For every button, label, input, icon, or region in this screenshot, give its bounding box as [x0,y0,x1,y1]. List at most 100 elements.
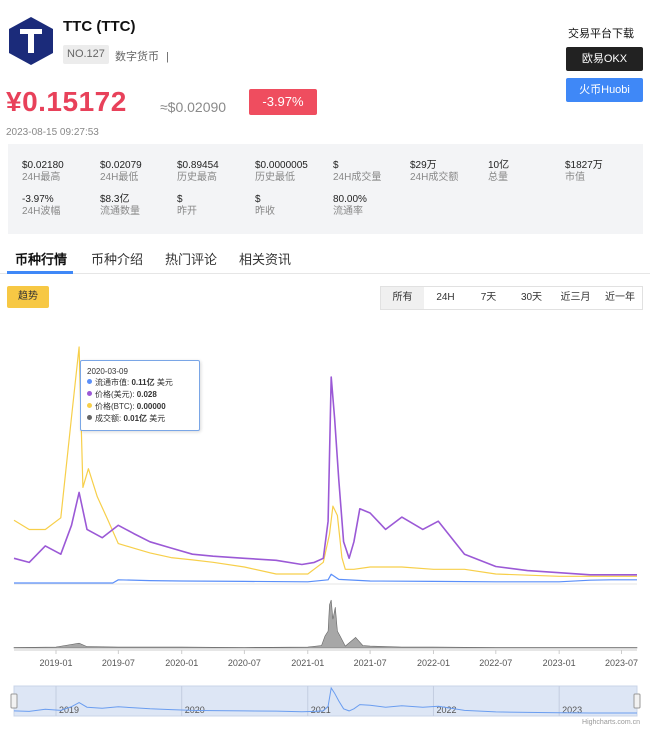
navigator-left-handle[interactable] [10,693,18,709]
tooltip-row: 价格(美元): 0.028 [87,389,193,401]
content-tabs: 币种行情 币种介绍 热门评论 相关资讯 [0,240,650,274]
tooltip-row-name: 价格(美元) [95,390,133,399]
legend-dot-icon [87,391,92,396]
stat-value: 10亿 [488,160,510,171]
tooltip-row-unit: 美元 [156,378,173,387]
x-tick-label: 2019-07 [102,658,135,668]
stat-item: $ 昨开 [177,194,255,218]
coin-logo [9,17,53,65]
range-7d-button[interactable]: 7天 [467,287,510,309]
price-change-badge: -3.97% [249,89,317,115]
rank-badge: NO.127 [63,45,109,64]
huobi-download-button[interactable]: 火币Huobi [566,78,643,102]
series-area-volume [13,599,638,649]
legend-dot-icon [87,415,92,420]
legend-dot-icon [87,379,92,384]
range-3m-button[interactable]: 近三月 [553,287,598,309]
tooltip-row-name: 价格(BTC) [95,402,133,411]
tab-news[interactable]: 相关资讯 [239,249,291,268]
x-tick-label: 2022-07 [479,658,512,668]
navigator-tick-label: 2023 [562,705,582,715]
active-tab-indicator [7,271,73,274]
chart-tooltip: 2020-03-09 流通市值: 0.11亿 美元 价格(美元): 0.028 … [80,360,200,431]
tooltip-date: 2020-03-09 [87,367,128,376]
tab-intro[interactable]: 币种介绍 [91,249,143,268]
tooltip-row: 流通市值: 0.11亿 美元 [87,377,193,389]
category-text: 数字货币 [115,51,159,63]
navigator-right-handle[interactable] [633,693,641,709]
tooltip-row-value: 0.01亿 [123,414,148,423]
x-tick-label: 2023-01 [543,658,576,668]
tooltip-row-value: 0.11亿 [131,378,155,387]
stat-label: 昨开 [177,206,197,217]
stat-item: $ 昨收 [255,194,333,218]
category-separator: | [166,51,169,63]
stat-value: -3.97% [22,194,54,205]
stats-panel: $0.02180 24H最高 $0.02079 24H最低 $0.89454 历史最高 $0… [8,144,643,234]
price-timestamp: 2023-08-15 09:27:53 [6,127,99,138]
stat-value: $ [333,160,339,171]
stat-item: 10亿 总量 [488,160,566,184]
stat-item: $24H成交量 [333,160,411,184]
stat-item: $0.02079 24H最低 [100,160,178,184]
stat-value: $ [177,194,183,205]
tooltip-row-name: 流通市值 [95,378,127,387]
stat-label: 历史最低 [255,172,295,183]
tooltip-row: 价格(BTC): 0.00000 [87,401,193,413]
download-title: 交易平台下载 [568,28,634,40]
stat-item: -3.97% 24H波幅 [22,194,100,218]
price-cny: ¥0.15172 [6,86,127,117]
stat-item: $0.89454 历史最高 [177,160,255,184]
x-tick-label: 2021-07 [354,658,387,668]
stat-label: 24H成交额 [410,172,459,183]
x-tick-label: 2021-01 [291,658,324,668]
legend-dot-icon [87,403,92,408]
range-selector: 所有 24H 7天 30天 近三月 近一年 [380,286,643,310]
stat-value: $0.89454 [177,160,219,171]
stat-label: 24H波幅 [22,206,61,217]
tooltip-row-value: 0.028 [136,390,157,399]
stat-item: $29万 24H成交额 [410,160,488,184]
range-1y-button[interactable]: 近一年 [598,287,642,309]
tooltip-row-value: 0.00000 [136,402,166,411]
tab-comments[interactable]: 热门评论 [165,249,217,268]
stat-label: 24H成交量 [333,172,382,183]
stat-item: $0.0000005 历史最低 [255,160,333,184]
range-all-button[interactable]: 所有 [381,287,424,309]
range-30d-button[interactable]: 30天 [510,287,553,309]
stat-label: 历史最高 [177,172,217,183]
stat-value: $29万 [410,160,437,171]
price-usd: ≈$0.02090 [160,99,227,115]
stat-value: $0.0000005 [255,160,308,171]
stat-label: 24H最高 [22,172,61,183]
stat-label: 流通率 [333,206,363,217]
okx-download-button[interactable]: 欧易OKX [566,47,643,71]
x-tick-label: 2022-01 [417,658,450,668]
tab-market[interactable]: 币种行情 [15,249,67,268]
stat-label: 流通数量 [100,206,140,217]
tooltip-row-name: 成交额 [95,414,119,423]
stat-value: 80.00% [333,194,367,205]
x-tick-label: 2020-01 [165,658,198,668]
stat-item: $1827万 市值 [565,160,643,184]
tooltip-row: 成交额: 0.01亿 美元 [87,413,193,425]
stat-value: $0.02180 [22,160,64,171]
trend-button[interactable]: 趋势 [7,286,49,308]
x-tick-label: 2023-07 [605,658,638,668]
stat-value: $8.3亿 [100,194,130,205]
category-label: 数字货币 | [115,48,169,64]
stat-label: 昨收 [255,206,275,217]
stat-item: $0.02180 24H最高 [22,160,100,184]
stat-value: $ [255,194,261,205]
tooltip-row-unit: 美元 [149,414,166,423]
x-tick-label: 2019-01 [39,658,72,668]
stat-value: $1827万 [565,160,603,171]
stat-value: $0.02079 [100,160,142,171]
stat-item: $8.3亿 流通数量 [100,194,178,218]
stat-label: 24H最低 [100,172,139,183]
range-24h-button[interactable]: 24H [424,287,467,309]
x-tick-label: 2020-07 [228,658,261,668]
coin-name: TTC (TTC) [63,18,136,35]
stat-label: 市值 [565,172,585,183]
stat-label: 总量 [488,172,508,183]
